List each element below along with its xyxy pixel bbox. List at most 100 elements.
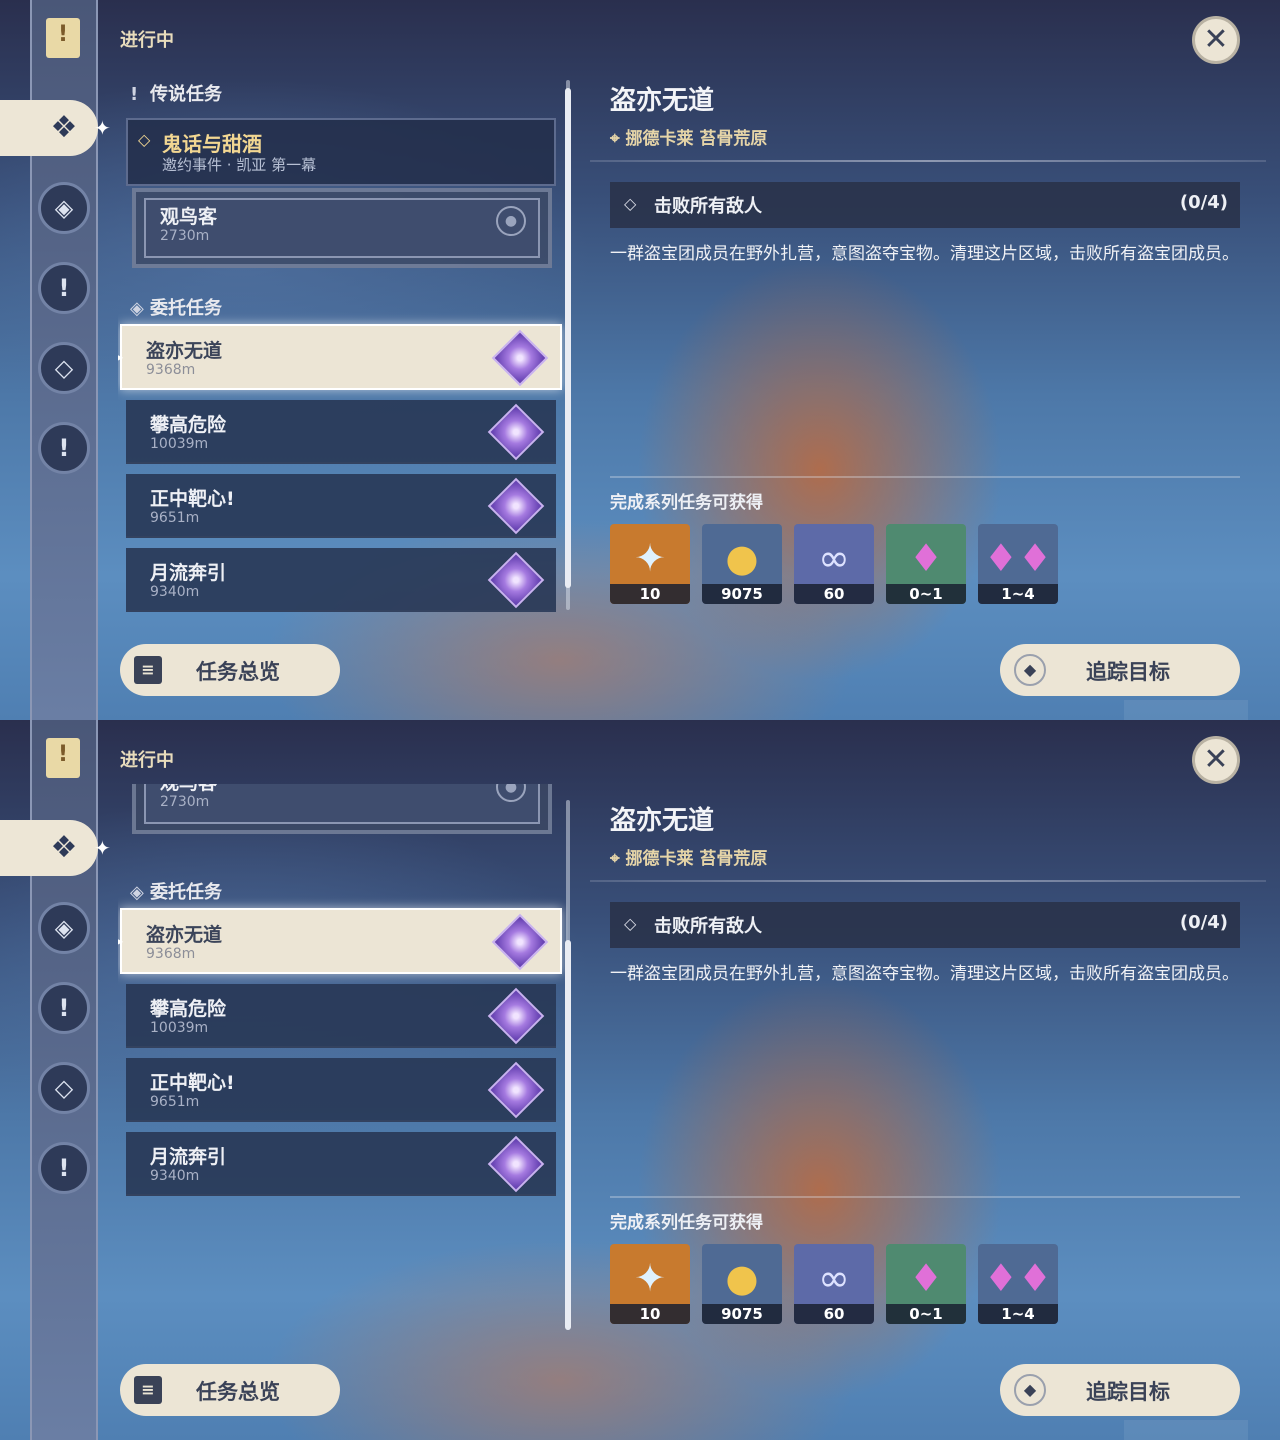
reward-primogem[interactable]: ✦ 10 xyxy=(610,524,690,604)
reward-crystal-large[interactable]: ♦♦ 1~4 xyxy=(978,1244,1058,1324)
diamond-icon: ◇ xyxy=(138,130,151,149)
commission-gem-icon xyxy=(491,329,549,387)
quest-list: 观鸟客 2730m ● ◈委托任务 ▶盗亦无道9368m 攀高危险10039m … xyxy=(118,784,568,1214)
world-quest-filter-icon[interactable]: ◈ xyxy=(38,182,90,234)
track-diamond-icon: ◆ xyxy=(1014,1374,1046,1406)
commission-tab-active[interactable]: ❖ xyxy=(0,820,98,876)
legend-quest-title: 鬼话与甜酒 xyxy=(162,132,262,156)
quest-item[interactable]: 月流奔引 9340m xyxy=(126,548,556,612)
rewards-label: 完成系列任务可获得 xyxy=(610,493,763,513)
friendship-icon: ∞ xyxy=(818,536,850,580)
quest-book-icon[interactable] xyxy=(46,18,80,58)
quest-location: ⌖ 挪德卡莱 苔骨荒原 xyxy=(610,849,768,869)
commission-tab-active[interactable]: ❖ xyxy=(0,100,98,156)
quest-item[interactable]: 攀高危险 10039m xyxy=(126,400,556,464)
diamond-icon: ◇ xyxy=(624,194,637,213)
quest-item[interactable]: 正中靶心! 9651m xyxy=(126,474,556,538)
quest-overview-button[interactable]: ≡ 任务总览 xyxy=(120,1364,340,1416)
sub-quest-title: 观鸟客 xyxy=(160,206,218,228)
objective-progress: (0/4) xyxy=(1179,912,1228,933)
reward-primogem[interactable]: ✦ 10 xyxy=(610,1244,690,1324)
archon-quest-filter-icon[interactable]: ! xyxy=(38,422,90,474)
crystal-small-icon: ♦ xyxy=(908,1256,944,1300)
primogem-icon: ✦ xyxy=(634,1256,666,1300)
sparkle-icon: ✦ xyxy=(94,836,111,860)
reward-mora[interactable]: ● 9075 xyxy=(702,1244,782,1324)
commission-gem-icon xyxy=(487,551,545,609)
legend-quest-subtitle: 邀约事件 · 凯亚 第一幕 xyxy=(162,156,317,174)
sub-quest-item[interactable]: 观鸟客 2730m ● xyxy=(132,784,552,834)
quest-title: 盗亦无道 xyxy=(610,806,715,836)
commission-filter-icon[interactable]: ◇ xyxy=(38,342,90,394)
quest-item[interactable]: 正中靶心! 9651m xyxy=(126,1058,556,1122)
quest-book-icon[interactable] xyxy=(46,738,80,778)
quest-item-selected[interactable]: ▶ 盗亦无道 9368m xyxy=(118,908,562,974)
quest-description: 一群盗宝团成员在野外扎营，意图盗夺宝物。清理这片区域，击败所有盗宝团成员。 xyxy=(610,964,1239,984)
close-button[interactable]: ✕ xyxy=(1192,16,1240,64)
reward-crystal-small[interactable]: ♦ 0~1 xyxy=(886,524,966,604)
sub-quest-distance: 2730m xyxy=(160,228,210,244)
commission-diamond-icon: ❖ xyxy=(50,830,78,865)
selected-arrow-icon: ▶ xyxy=(118,350,124,364)
rewards-label: 完成系列任务可获得 xyxy=(610,1213,763,1233)
commission-icon: ◈ xyxy=(130,882,144,903)
selected-arrow-icon: ▶ xyxy=(118,934,124,948)
sub-quest-distance: 2730m xyxy=(160,794,210,810)
quest-item-selected[interactable]: ▶ 盗亦无道 9368m xyxy=(118,324,562,390)
pin-icon: ⌖ xyxy=(610,849,620,869)
sparkle-icon: ✦ xyxy=(94,116,111,140)
commission-diamond-icon: ❖ xyxy=(50,110,78,145)
reward-mora[interactable]: ● 9075 xyxy=(702,524,782,604)
quest-item[interactable]: 攀高危险 10039m xyxy=(126,984,556,1048)
quest-overview-button[interactable]: ≡ 任务总览 xyxy=(120,644,340,696)
quest-list-icon: ≡ xyxy=(134,1376,162,1404)
reward-crystal-small[interactable]: ♦ 0~1 xyxy=(886,1244,966,1324)
legend-quest-item[interactable]: ◇ 鬼话与甜酒 邀约事件 · 凯亚 第一幕 xyxy=(126,118,556,186)
commission-gem-icon xyxy=(487,1135,545,1193)
location-pin-icon[interactable]: ● xyxy=(496,206,526,236)
reward-friendship[interactable]: ∞ 60 xyxy=(794,524,874,604)
commission-filter-icon[interactable]: ◇ xyxy=(38,1062,90,1114)
crystal-large-icon: ♦♦ xyxy=(983,536,1053,580)
quest-screen-top: ❖ ✦ ◈ ! ◇ ! 进行中 ✕ !传说任务 ◇ 鬼话与甜酒 邀约事件 · 凯… xyxy=(0,0,1280,720)
commission-icon: ◈ xyxy=(130,298,144,319)
track-target-button[interactable]: ◆ 追踪目标 xyxy=(1000,1364,1240,1416)
crystal-large-icon: ♦♦ xyxy=(983,1256,1053,1300)
friendship-icon: ∞ xyxy=(818,1256,850,1300)
track-diamond-icon: ◆ xyxy=(1014,654,1046,686)
quest-title: 盗亦无道 xyxy=(610,86,715,116)
reward-divider xyxy=(610,1196,1240,1198)
divider xyxy=(590,160,1266,162)
scrollbar-thumb[interactable] xyxy=(565,940,571,1330)
in-progress-header: 进行中 xyxy=(120,30,174,51)
in-progress-header: 进行中 xyxy=(120,750,174,771)
close-button[interactable]: ✕ xyxy=(1192,736,1240,784)
primogem-icon: ✦ xyxy=(634,536,666,580)
commission-section-header: ◈ 委托任务 xyxy=(130,298,222,319)
quest-location: ⌖ 挪德卡莱 苔骨荒原 xyxy=(610,129,768,149)
scrollbar-thumb[interactable] xyxy=(565,88,571,588)
quest-description: 一群盗宝团成员在野外扎营，意图盗夺宝物。清理这片区域，击败所有盗宝团成员。 xyxy=(610,244,1239,264)
crystal-small-icon: ♦ xyxy=(908,536,944,580)
objective-bar: ◇ 击败所有敌人 (0/4) xyxy=(610,902,1240,948)
quest-item[interactable]: 月流奔引 9340m xyxy=(126,1132,556,1196)
reward-friendship[interactable]: ∞ 60 xyxy=(794,1244,874,1324)
commission-gem-icon xyxy=(487,1061,545,1119)
track-target-button[interactable]: ◆ 追踪目标 xyxy=(1000,644,1240,696)
legend-quest-filter-icon[interactable]: ! xyxy=(38,982,90,1034)
legend-section-header: ! 传说任务 xyxy=(130,84,222,105)
quest-list: ! 传说任务 ◇ 鬼话与甜酒 邀约事件 · 凯亚 第一幕 观鸟客 2730m ● … xyxy=(118,70,568,615)
quest-screen-bottom: ❖ ✦ ◈ ! ◇ ! 进行中 ✕ 观鸟客 2730m ● ◈委托任务 ▶盗亦无… xyxy=(0,720,1280,1440)
world-quest-filter-icon[interactable]: ◈ xyxy=(38,902,90,954)
reward-crystal-large[interactable]: ♦♦ 1~4 xyxy=(978,524,1058,604)
commission-gem-icon xyxy=(487,403,545,461)
objective-progress: (0/4) xyxy=(1179,192,1228,213)
commission-gem-icon xyxy=(487,987,545,1045)
objective-bar: ◇ 击败所有敌人 (0/4) xyxy=(610,182,1240,228)
exclamation-icon: ! xyxy=(130,84,139,105)
legend-quest-filter-icon[interactable]: ! xyxy=(38,262,90,314)
sub-quest-item[interactable]: 观鸟客 2730m ● xyxy=(132,188,552,268)
archon-quest-filter-icon[interactable]: ! xyxy=(38,1142,90,1194)
divider xyxy=(590,880,1266,882)
commission-gem-icon xyxy=(487,477,545,535)
